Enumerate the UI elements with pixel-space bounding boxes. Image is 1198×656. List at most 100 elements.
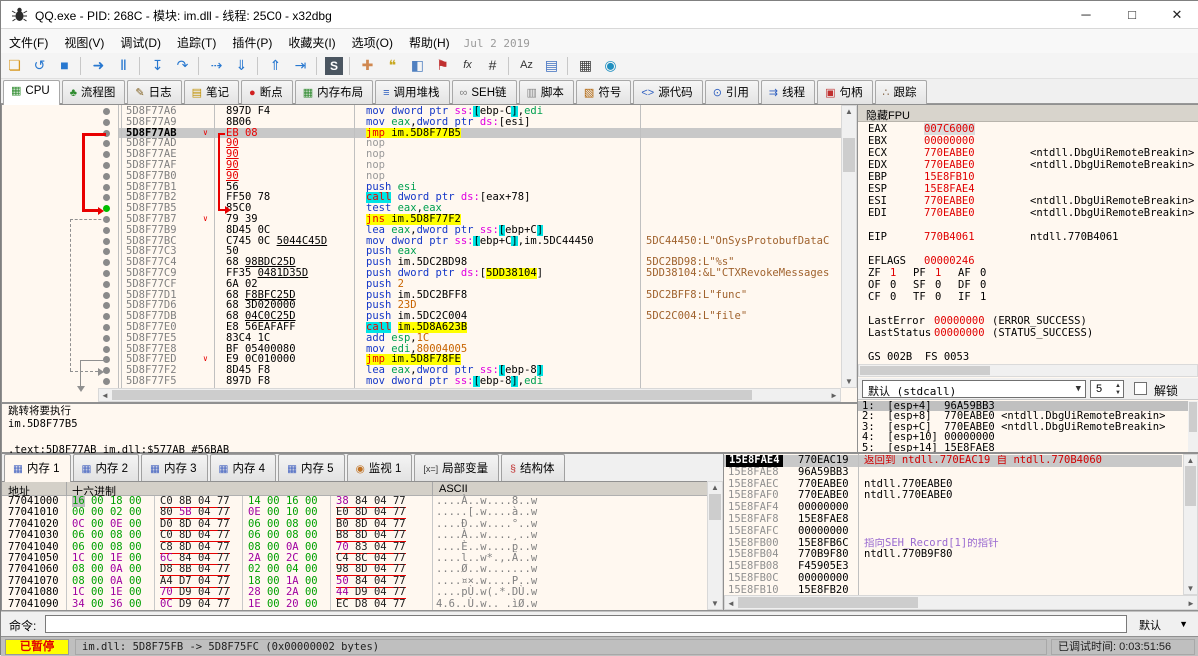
disasm-vertical-scrollbar[interactable]: ▲ ▼ <box>841 105 857 388</box>
maximize-button[interactable]: □ <box>1115 1 1149 28</box>
stack-row[interactable]: 15E8FB0C 00000000 <box>724 572 1182 585</box>
comment-icon[interactable]: ❝ <box>381 55 404 77</box>
register-row[interactable]: EIP 770B4061 ntdll.770B4061 <box>858 231 1198 243</box>
menu-item-文[interactable]: 文件(F) <box>1 33 56 52</box>
register-row[interactable]: EFLAGS 00000246 <box>858 255 1198 267</box>
step-into-icon[interactable]: ↧ <box>146 55 169 77</box>
breakpoint-dot[interactable] <box>103 237 110 245</box>
stack-horizontal-scrollbar[interactable]: ◄ ► <box>724 595 1198 610</box>
stack-row[interactable]: 15E8FB08 F45905E3 <box>724 560 1182 573</box>
breakpoint-dot[interactable] <box>103 118 110 126</box>
tab-源代码[interactable]: <> 源代码 <box>633 80 703 104</box>
breakpoint-dot[interactable] <box>103 140 110 148</box>
execute-till-return-icon[interactable]: ⇑ <box>264 55 287 77</box>
register-row[interactable]: LastError 00000000 (ERROR_SUCCESS) <box>858 315 1198 327</box>
menu-item-收[interactable]: 收藏夹(I) <box>280 33 343 52</box>
register-row[interactable]: EDX 770EABE0 <ntdll.DbgUiRemoteBreakin> <box>858 159 1198 171</box>
tab-内存 5[interactable]: ▦ 内存 5 <box>278 454 345 481</box>
dump-row[interactable]: 77041090 34 00 36 00 0C D9 04 77 1E 00 20 0… <box>2 597 707 610</box>
bookmark-icon[interactable]: ⚑ <box>431 55 454 77</box>
stack-row[interactable]: 15E8FAEC 770EABE0 ntdll.770EABE0 <box>724 478 1182 491</box>
breakpoint-dot[interactable] <box>103 270 110 277</box>
disasm-row[interactable]: 5D8F77CF 6A 02 push 2 <box>2 278 841 290</box>
command-input[interactable] <box>45 615 1127 633</box>
tab-内存布局[interactable]: ▦ 内存布局 <box>294 80 374 104</box>
calling-convention-select[interactable]: 默认 (stdcall) ▼ <box>862 380 1086 398</box>
tab-流程图[interactable]: ♣ 流程图 <box>61 80 126 104</box>
stop-icon[interactable]: ■ <box>53 55 76 77</box>
breakpoint-dot[interactable] <box>103 313 110 321</box>
label-icon[interactable]: ◧ <box>406 55 429 77</box>
breakpoint-dot[interactable] <box>103 162 110 169</box>
argument-row[interactable]: 5: [esp+14] 15E8FAE8 <box>858 442 1188 452</box>
register-row[interactable]: EBP 15E8FB10 <box>858 171 1198 183</box>
dump-vertical-scrollbar[interactable]: ▲ ▼ <box>707 481 723 610</box>
import-reconstruction-icon[interactable]: ▤ <box>540 55 563 77</box>
tab-局部变量[interactable]: [x=] 局部变量 <box>414 454 500 481</box>
register-row[interactable]: EDI 770EABE0 <ntdll.DbgUiRemoteBreakin> <box>858 207 1198 219</box>
stack-row[interactable]: 15E8FAFC 00000000 <box>724 525 1182 538</box>
breakpoint-dot[interactable] <box>103 345 110 353</box>
register-row[interactable]: GS 002B FS 0053 <box>858 351 1198 363</box>
stack-row[interactable]: 15E8FB04 770B9F80 ntdll.770B9F80 <box>724 549 1182 561</box>
command-mode-select[interactable]: 默认 ▼ <box>1133 615 1193 633</box>
function-icon[interactable]: fx <box>456 55 479 77</box>
disasm-row[interactable]: 5D8F77B9 8D45 0C lea eax,dword ptr ss:[ebp… <box>2 224 841 236</box>
step-over-icon[interactable]: ↷ <box>171 55 194 77</box>
breakpoint-dot[interactable] <box>103 378 110 385</box>
stack-row[interactable]: 15E8FAF0 770EABE0 ntdll.770EABE0 <box>724 490 1182 502</box>
az-icon[interactable]: Az <box>515 55 538 77</box>
tab-线程[interactable]: ⇉ 线程 <box>760 80 816 104</box>
globe-icon[interactable]: ◉ <box>599 55 622 77</box>
breakpoint-dot[interactable] <box>103 334 110 342</box>
tab-引用[interactable]: ⊙ 引用 <box>704 80 759 104</box>
disasm-row[interactable]: 5D8F77B0 90 nop <box>2 170 841 182</box>
argument-count-stepper[interactable]: 5 ▲ ▼ <box>1090 380 1124 398</box>
stack-row[interactable]: 15E8FAF8 15E8FAE8 <box>724 513 1182 526</box>
menu-item-帮[interactable]: 帮助(H) <box>401 33 458 52</box>
menu-item-调[interactable]: 调试(D) <box>112 33 169 52</box>
register-row[interactable]: EAX 007C6000 <box>858 123 1198 135</box>
tab-句柄[interactable]: ▣ 句柄 <box>817 80 873 104</box>
register-row[interactable]: ESP 15E8FAE4 <box>858 183 1198 195</box>
register-row[interactable]: ECX 770EABE0 <ntdll.DbgUiRemoteBreakin> <box>858 147 1198 159</box>
tab-断点[interactable]: ● 断点 <box>241 80 293 104</box>
register-row[interactable] <box>858 303 1198 315</box>
tab-结构体[interactable]: § 结构体 <box>501 454 566 481</box>
stack-row[interactable]: 15E8FB00 15E8FB6C 指向SEH_Record[1]的指针 <box>724 537 1182 550</box>
run-icon[interactable]: ➜ <box>87 55 110 77</box>
close-button[interactable]: ✕ <box>1160 1 1194 28</box>
register-row[interactable] <box>858 219 1198 231</box>
disasm-row[interactable]: 5D8F77A9 8B06 mov eax,dword ptr ds:[esi] <box>2 116 841 128</box>
disasm-row[interactable]: 5D8F77F5 897D F8 mov dword ptr ss:[ebp-8],… <box>2 376 841 387</box>
hide-fpu-button[interactable]: 隐藏FPU <box>858 105 1198 122</box>
breakpoint-dot[interactable] <box>103 248 110 256</box>
register-row[interactable]: ESI 770EABE0 <ntdll.DbgUiRemoteBreakin> <box>858 195 1198 207</box>
run-to-selection-icon[interactable]: ⇢ <box>205 55 228 77</box>
open-file-icon[interactable]: ❏ <box>3 55 26 77</box>
tab-调用堆栈[interactable]: ≡ 调用堆栈 <box>375 80 450 104</box>
breakpoint-dot[interactable] <box>103 172 110 180</box>
breakpoint-dot[interactable] <box>103 151 110 159</box>
breakpoint-dot[interactable] <box>103 194 110 202</box>
run-to-user-code-icon[interactable]: ⇥ <box>289 55 312 77</box>
unlock-checkbox[interactable] <box>1134 382 1147 395</box>
breakpoint-dot[interactable] <box>103 183 110 191</box>
stack-row[interactable]: 15E8FAE4 770EAC19 返回到 ntdll.770EAC19 自 ntd… <box>724 454 1182 467</box>
minimize-button[interactable]: ─ <box>1069 1 1103 28</box>
tab-日志[interactable]: ✎ 日志 <box>127 80 182 104</box>
hash-icon[interactable]: # <box>481 55 504 77</box>
breakpoint-dot[interactable] <box>103 205 110 213</box>
tab-内存 1[interactable]: ▦ 内存 1 <box>4 454 71 482</box>
step-out-icon[interactable]: ⇓ <box>230 55 253 77</box>
registers-pane[interactable]: 隐藏FPU EAX 007C6000 EBX 00000000 ECX 770EABE0 <… <box>857 104 1198 453</box>
disasm-horizontal-scrollbar[interactable]: ◄ ► <box>98 388 841 402</box>
stack-pane[interactable]: 15E8FAE4 770EAC19 返回到 ntdll.770EAC19 自 ntd… <box>723 453 1198 611</box>
breakpoint-dot[interactable] <box>103 324 110 331</box>
pause-icon[interactable]: Ⅱ <box>112 55 135 77</box>
register-row[interactable]: CF 0 TF 0 IF 1 <box>858 291 1198 303</box>
breakpoint-dot[interactable] <box>103 280 110 288</box>
memory-dump-pane[interactable]: ▦ 内存 1 ▦ 内存 2 ▦ 内存 3 ▦ 内存 4 ▦ 内存 5 ◉ 监视 1 [x=] 局部变量 § 结… <box>1 453 724 611</box>
tab-内存 4[interactable]: ▦ 内存 4 <box>209 454 277 481</box>
tab-脚本[interactable]: ▥ 脚本 <box>518 80 574 104</box>
